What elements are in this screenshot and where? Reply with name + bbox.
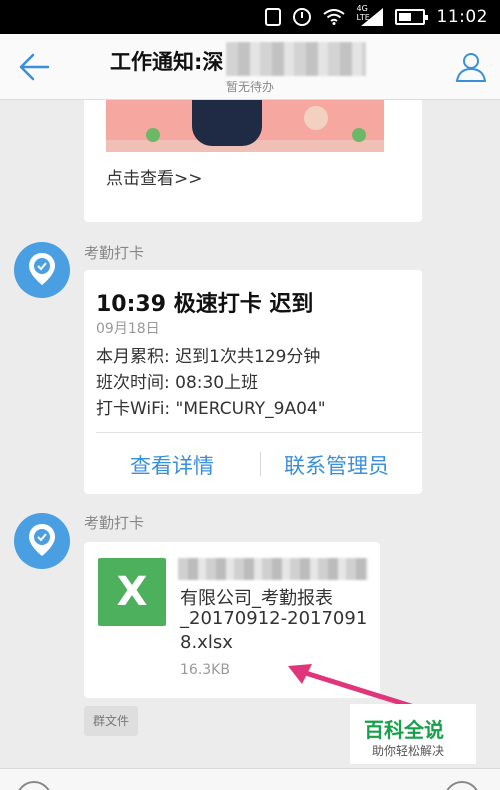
punch-wifi: 打卡WiFi: "MERCURY_9A04" — [96, 399, 326, 419]
chat-subtitle: 暂无待办 — [225, 80, 274, 94]
watermark: 百科全说 助你轻松解决 — [350, 704, 476, 764]
message-input[interactable] — [68, 779, 432, 790]
banner-image — [106, 100, 384, 152]
punch-date: 09月18日 — [96, 321, 160, 337]
shift-time: 班次时间: 08:30上班 — [96, 373, 259, 393]
sender-name: 考勤打卡 — [84, 514, 145, 532]
network-type: 4G LTE — [356, 4, 370, 22]
excel-file-icon: X — [98, 558, 166, 626]
group-file-tag[interactable]: 群文件 — [84, 706, 138, 736]
alarm-icon — [292, 8, 311, 26]
input-bar — [0, 768, 500, 790]
watermark-subtitle: 助你轻松解决 — [372, 744, 445, 758]
person-icon — [455, 53, 487, 82]
attendance-card: 10:39 极速打卡 迟到 09月18日 本月累积: 迟到1次共129分钟 班次… — [84, 270, 422, 494]
voice-button[interactable] — [16, 781, 52, 790]
file-name-line: 8.xlsx — [180, 632, 233, 653]
file-size: 16.3KB — [180, 662, 230, 678]
vibrate-icon — [264, 8, 281, 26]
watermark-title: 百科全说 — [364, 718, 444, 742]
redacted-filename — [178, 558, 368, 580]
view-details-button[interactable]: 查看详情 — [130, 450, 214, 480]
status-time: 11:02 — [436, 7, 488, 27]
redacted-name — [226, 42, 366, 76]
file-name-line: 有限公司_考勤报表 — [180, 588, 333, 609]
signal-icon: 4G LTE — [357, 4, 383, 26]
button-separator — [260, 452, 261, 476]
attendance-avatar[interactable] — [14, 242, 70, 298]
divider — [96, 432, 422, 433]
contact-admin-button[interactable]: 联系管理员 — [284, 450, 389, 480]
profile-button[interactable] — [454, 50, 488, 84]
wifi-icon — [322, 9, 345, 25]
status-bar: 4G LTE 11:02 — [0, 0, 500, 34]
attendance-avatar[interactable] — [14, 513, 70, 569]
file-name-line: _20170912-2017091 — [180, 608, 368, 629]
more-button[interactable] — [444, 781, 480, 790]
location-check-icon — [29, 524, 55, 556]
chat-header: 工作通知:深 暂无待办 — [0, 34, 500, 100]
sender-name: 考勤打卡 — [84, 244, 145, 262]
monthly-summary: 本月累积: 迟到1次共129分钟 — [96, 347, 321, 367]
battery-icon — [394, 9, 428, 25]
message-card-previous[interactable]: 点击查看>> — [84, 100, 422, 222]
punch-title: 10:39 极速打卡 迟到 — [96, 292, 314, 317]
see-more-link[interactable]: 点击查看>> — [106, 164, 203, 189]
chat-title: 工作通知:深 — [110, 50, 224, 74]
location-check-icon — [29, 253, 55, 285]
